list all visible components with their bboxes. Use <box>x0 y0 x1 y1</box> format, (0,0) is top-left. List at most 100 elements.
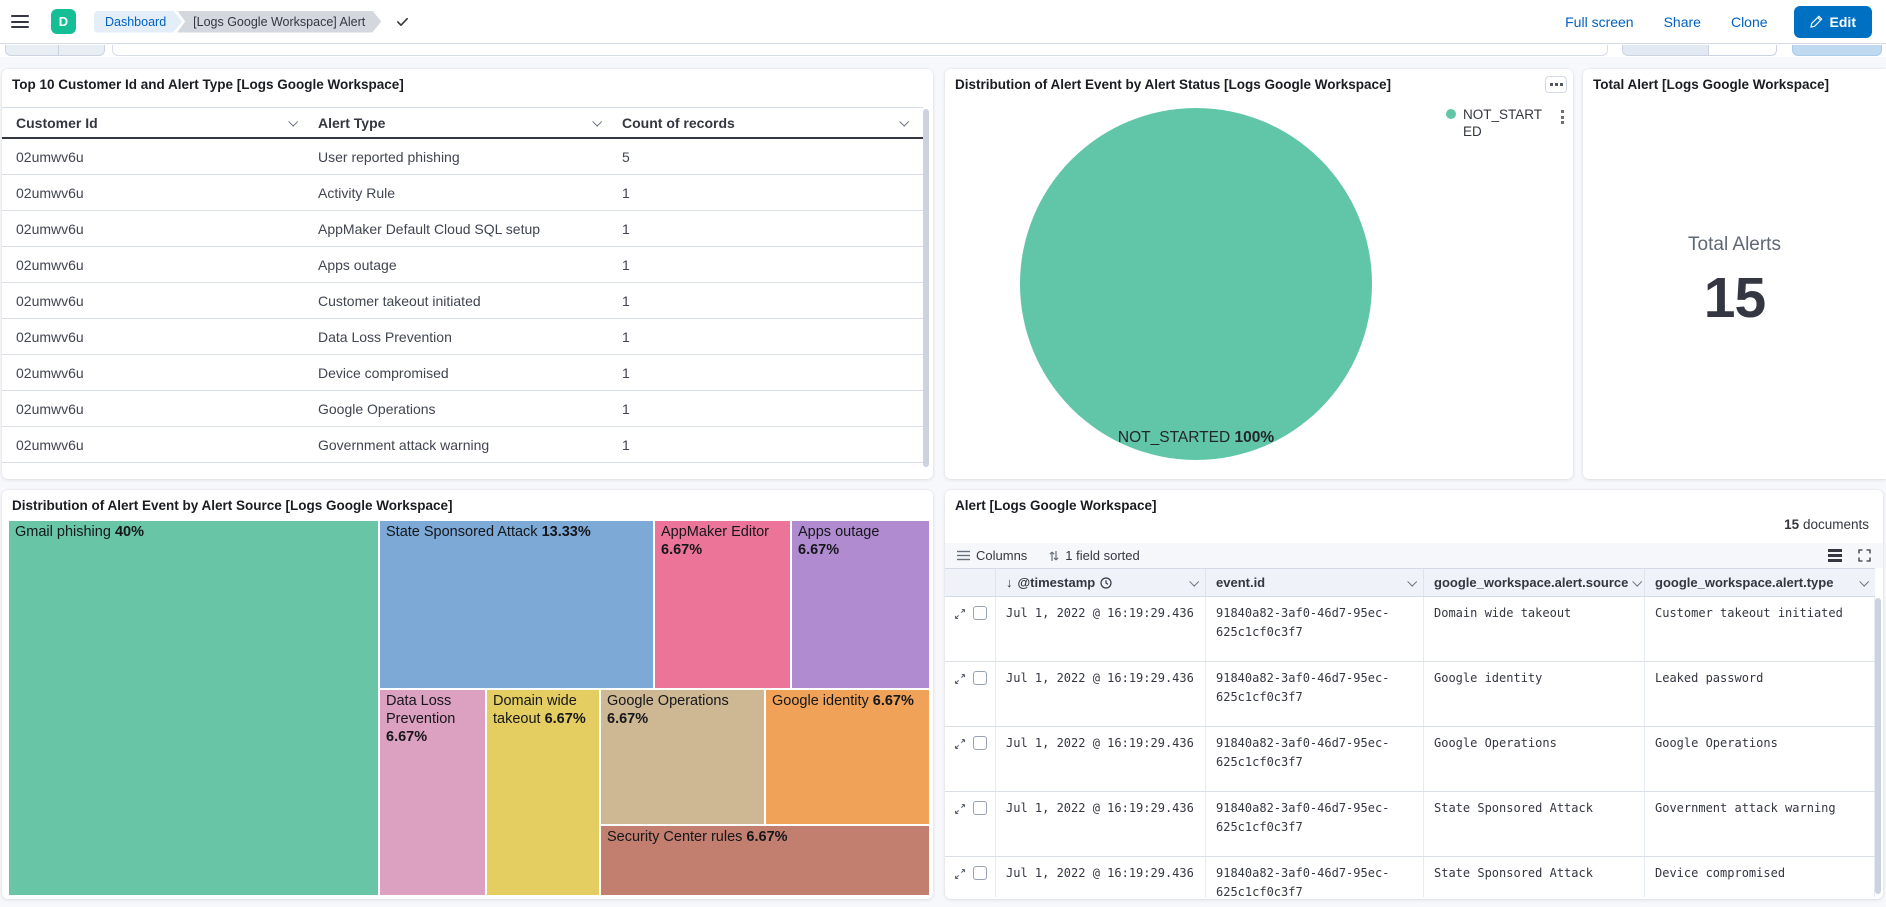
table-row: 02umwv6uCustomer takeout initiated1 <box>2 283 923 319</box>
space-avatar[interactable]: D <box>51 9 76 34</box>
cell-alert-source: State Sponsored Attack <box>1424 857 1645 897</box>
treemap-tile-label: Security Center rules 6.67% <box>601 826 929 848</box>
table-row: 02umwv6uGoogle Operations1 <box>2 391 923 427</box>
edit-button[interactable]: Edit <box>1794 6 1872 38</box>
pie-slice-not-started[interactable] <box>1020 108 1372 460</box>
chevron-down-icon[interactable] <box>1859 577 1869 587</box>
treemap-tile[interactable]: Data Loss Prevention 6.67% <box>379 689 486 896</box>
chevron-down-icon[interactable] <box>592 117 602 127</box>
treemap-tile[interactable]: Google Operations 6.67% <box>600 689 765 825</box>
cell-customer-id: 02umwv6u <box>16 221 318 237</box>
search-input[interactable] <box>112 45 1608 56</box>
header-actions: Full screen Share Clone Edit <box>1535 6 1886 38</box>
tile-value: 6.67% <box>661 542 702 558</box>
panel-alert-data-grid: Alert [Logs Google Workspace] 15 documen… <box>945 490 1883 899</box>
cell-alert-type: Customer takeout initiated <box>318 293 622 309</box>
expand-row-icon[interactable] <box>954 672 966 690</box>
treemap-tile[interactable]: Security Center rules 6.67% <box>600 825 930 896</box>
expand-row-icon[interactable] <box>954 867 966 885</box>
grid-scrollbar[interactable] <box>1875 598 1881 894</box>
cell-customer-id: 02umwv6u <box>16 149 318 165</box>
table-header-row: Customer Id Alert Type Count of records <box>2 107 923 139</box>
column-header-event-id[interactable]: event.id <box>1206 569 1424 596</box>
expand-row-icon[interactable] <box>954 802 966 820</box>
cell-alert-type: Device compromised <box>318 365 622 381</box>
tile-value: 6.67% <box>798 542 839 558</box>
chevron-down-icon[interactable] <box>1189 577 1199 587</box>
row-checkbox[interactable] <box>973 866 987 880</box>
clone-link[interactable]: Clone <box>1731 14 1768 30</box>
fullscreen-icon[interactable] <box>1858 549 1871 562</box>
treemap-tile[interactable]: AppMaker Editor 6.67% <box>654 520 791 689</box>
tile-name: State Sponsored Attack <box>386 524 542 540</box>
cell-alert-type: Apps outage <box>318 257 622 273</box>
table-row: Jul 1, 2022 @ 16:19:29.43691840a82-3af0-… <box>945 597 1875 662</box>
row-checkbox[interactable] <box>973 606 987 620</box>
treemap-tile[interactable]: Gmail phishing 40% <box>8 520 379 896</box>
date-picker-control[interactable] <box>1622 45 1777 56</box>
cell-count: 1 <box>622 293 923 309</box>
breadcrumb-dashboard[interactable]: Dashboard <box>94 11 182 33</box>
legend-actions-icon[interactable] <box>1561 110 1564 124</box>
panel-top-customer-alert-table: Top 10 Customer Id and Alert Type [Logs … <box>2 69 933 479</box>
table-scrollbar[interactable] <box>923 109 929 467</box>
table-row: 02umwv6uData Loss Prevention1 <box>2 319 923 355</box>
row-checkbox[interactable] <box>973 801 987 815</box>
row-checkbox[interactable] <box>973 736 987 750</box>
cell-count: 1 <box>622 365 923 381</box>
column-header-alert-type[interactable]: google_workspace.alert.type <box>1645 569 1875 596</box>
columns-list-icon <box>957 550 970 561</box>
tile-value: 6.67% <box>607 711 648 727</box>
chevron-down-icon[interactable] <box>1407 577 1417 587</box>
column-header-customer-id[interactable]: Customer Id <box>16 115 318 131</box>
cell-event-id: 91840a82-3af0-46d7-95ec-625c1cf0c3f7 <box>1206 597 1424 661</box>
column-label: google_workspace.alert.type <box>1655 575 1833 590</box>
update-button[interactable] <box>1792 45 1882 56</box>
column-header-alert-source[interactable]: google_workspace.alert.source <box>1424 569 1645 596</box>
treemap-tile[interactable]: Google identity 6.67% <box>765 689 930 825</box>
chevron-down-icon[interactable] <box>288 117 298 127</box>
cell-customer-id: 02umwv6u <box>16 257 318 273</box>
treemap-tile-label: AppMaker Editor 6.67% <box>655 521 790 561</box>
columns-button-label: Columns <box>976 548 1027 563</box>
chevron-down-icon[interactable] <box>899 117 909 127</box>
chevron-down-icon[interactable] <box>1633 577 1643 587</box>
table-row: 02umwv6uApps outage1 <box>2 247 923 283</box>
query-language-control[interactable] <box>5 45 105 56</box>
row-checkbox[interactable] <box>973 671 987 685</box>
menu-hamburger-icon[interactable] <box>11 12 31 32</box>
cell-alert-source: Domain wide takeout <box>1424 597 1645 661</box>
full-screen-link[interactable]: Full screen <box>1565 14 1633 30</box>
column-header-alert-type[interactable]: Alert Type <box>318 115 622 131</box>
pie-legend-item[interactable]: NOT_STARTED <box>1446 106 1547 140</box>
pie-slice-label: NOT_STARTED 100% <box>1118 429 1274 447</box>
expand-row-icon[interactable] <box>954 607 966 625</box>
treemap-tile[interactable]: Apps outage 6.67% <box>791 520 930 689</box>
sort-arrows-icon <box>1049 550 1059 562</box>
tile-name: Google identity <box>772 693 873 709</box>
display-density-icon[interactable] <box>1828 549 1842 562</box>
column-header-count[interactable]: Count of records <box>622 115 923 131</box>
clock-icon <box>1100 577 1112 589</box>
table-row: Jul 1, 2022 @ 16:19:29.43691840a82-3af0-… <box>945 727 1875 792</box>
breadcrumb-current-dashboard[interactable]: [Logs Google Workspace] Alert <box>177 11 381 33</box>
column-header-timestamp[interactable]: ↓ @timestamp <box>996 569 1206 596</box>
row-controls <box>945 662 996 726</box>
treemap-tile[interactable]: State Sponsored Attack 13.33% <box>379 520 654 689</box>
breadcrumb: Dashboard [Logs Google Workspace] Alert <box>94 11 410 33</box>
panel-options-icon[interactable] <box>1545 76 1567 93</box>
cell-timestamp: Jul 1, 2022 @ 16:19:29.436 <box>996 857 1206 897</box>
column-label: Customer Id <box>16 115 98 131</box>
cell-customer-id: 02umwv6u <box>16 329 318 345</box>
expand-row-icon[interactable] <box>954 737 966 755</box>
share-link[interactable]: Share <box>1664 14 1701 30</box>
tile-name: Gmail phishing <box>15 524 115 540</box>
panel-total-alert-metric: Total Alert [Logs Google Workspace] Tota… <box>1583 69 1886 479</box>
sort-fields-button[interactable]: 1 field sorted <box>1049 548 1139 563</box>
treemap-tile[interactable]: Domain wide takeout 6.67% <box>486 689 600 896</box>
table-row: 02umwv6uDevice compromised1 <box>2 355 923 391</box>
alert-grid-body: Jul 1, 2022 @ 16:19:29.436 91840a82-3af0-… <box>945 597 1875 897</box>
pie-slice-name: NOT_STARTED <box>1118 429 1230 446</box>
columns-button[interactable]: Columns <box>957 548 1027 563</box>
edit-button-label: Edit <box>1830 14 1856 30</box>
